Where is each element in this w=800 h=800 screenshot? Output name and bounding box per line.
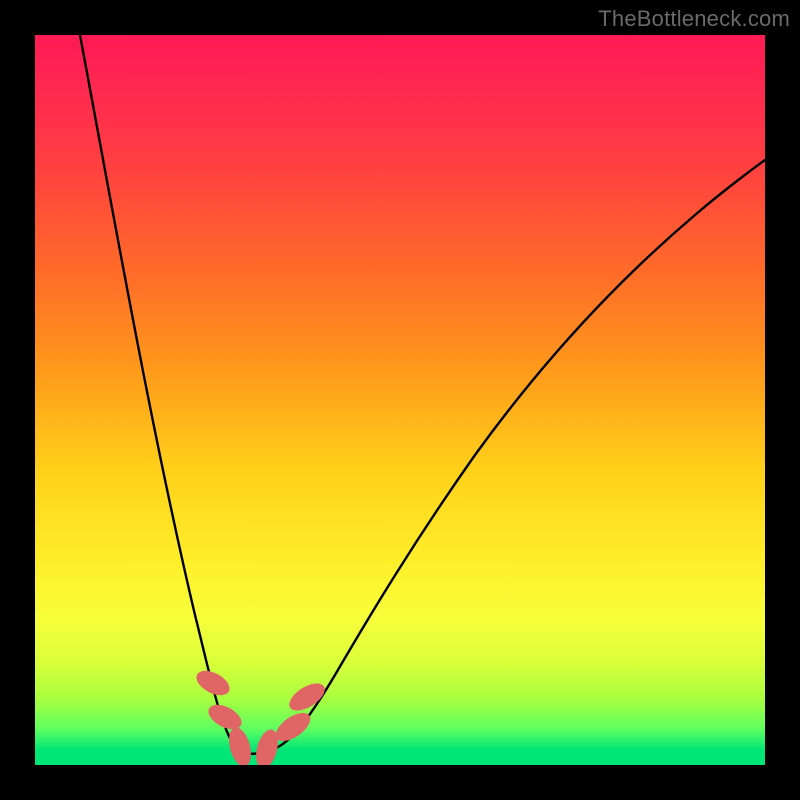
marker-group: [192, 666, 329, 765]
chart-frame: [35, 35, 765, 765]
curve-marker: [192, 666, 233, 701]
chart-svg: [35, 35, 765, 765]
curve-marker: [225, 725, 255, 765]
watermark-text: TheBottleneck.com: [598, 6, 790, 32]
bottleneck-curve-path: [80, 35, 765, 754]
